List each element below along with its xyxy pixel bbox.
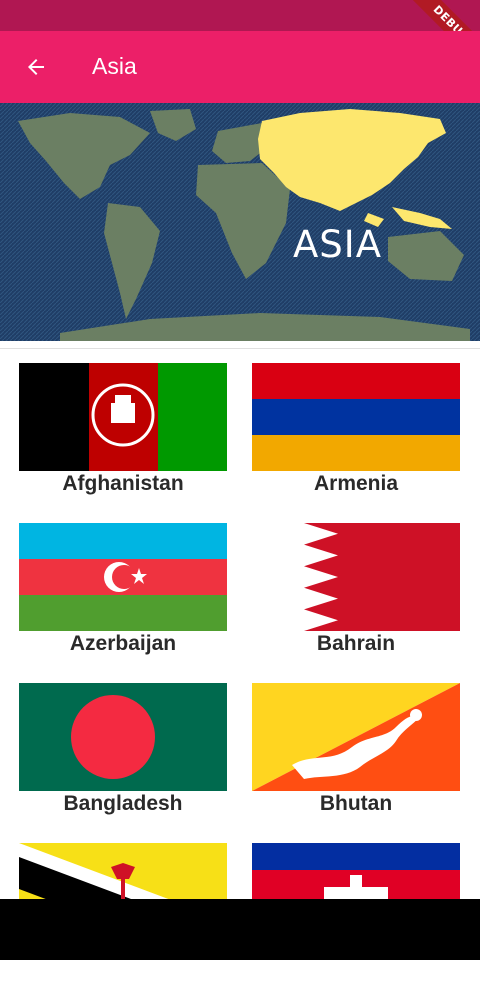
page-title: Asia: [92, 53, 137, 79]
app-bar: Asia: [0, 31, 480, 103]
flag-afghanistan: [19, 363, 227, 471]
country-tile-azerbaijan[interactable]: Azerbaijan: [19, 523, 227, 673]
country-name: Azerbaijan: [69, 632, 177, 655]
divider: [0, 348, 480, 349]
arrow-left-icon: [28, 59, 44, 75]
flag-bahrain: [252, 523, 460, 631]
flag-azerbaijan: [19, 523, 227, 631]
continent-map-banner: ASIA: [0, 103, 480, 341]
country-tile-armenia[interactable]: Armenia: [252, 363, 460, 513]
country-tile-afghanistan[interactable]: Afghanistan: [19, 363, 227, 513]
flag-bhutan: [252, 683, 460, 791]
country-tile-bangladesh[interactable]: Bangladesh: [19, 683, 227, 833]
country-name: Bhutan: [319, 792, 393, 815]
continent-label: ASIA: [293, 223, 383, 266]
country-tile-bahrain[interactable]: Bahrain: [252, 523, 460, 673]
country-name: Bangladesh: [63, 792, 183, 815]
country-name: Armenia: [313, 472, 399, 495]
country-tile-bhutan[interactable]: Bhutan: [252, 683, 460, 833]
flag-armenia: [252, 363, 460, 471]
flag-bangladesh: [19, 683, 227, 791]
system-navigation-bar: [0, 899, 480, 960]
country-name: Bahrain: [316, 632, 396, 655]
world-map-image: [0, 103, 480, 341]
back-button[interactable]: [14, 45, 58, 89]
country-name: Afghanistan: [62, 472, 184, 495]
status-bar: [0, 0, 480, 31]
